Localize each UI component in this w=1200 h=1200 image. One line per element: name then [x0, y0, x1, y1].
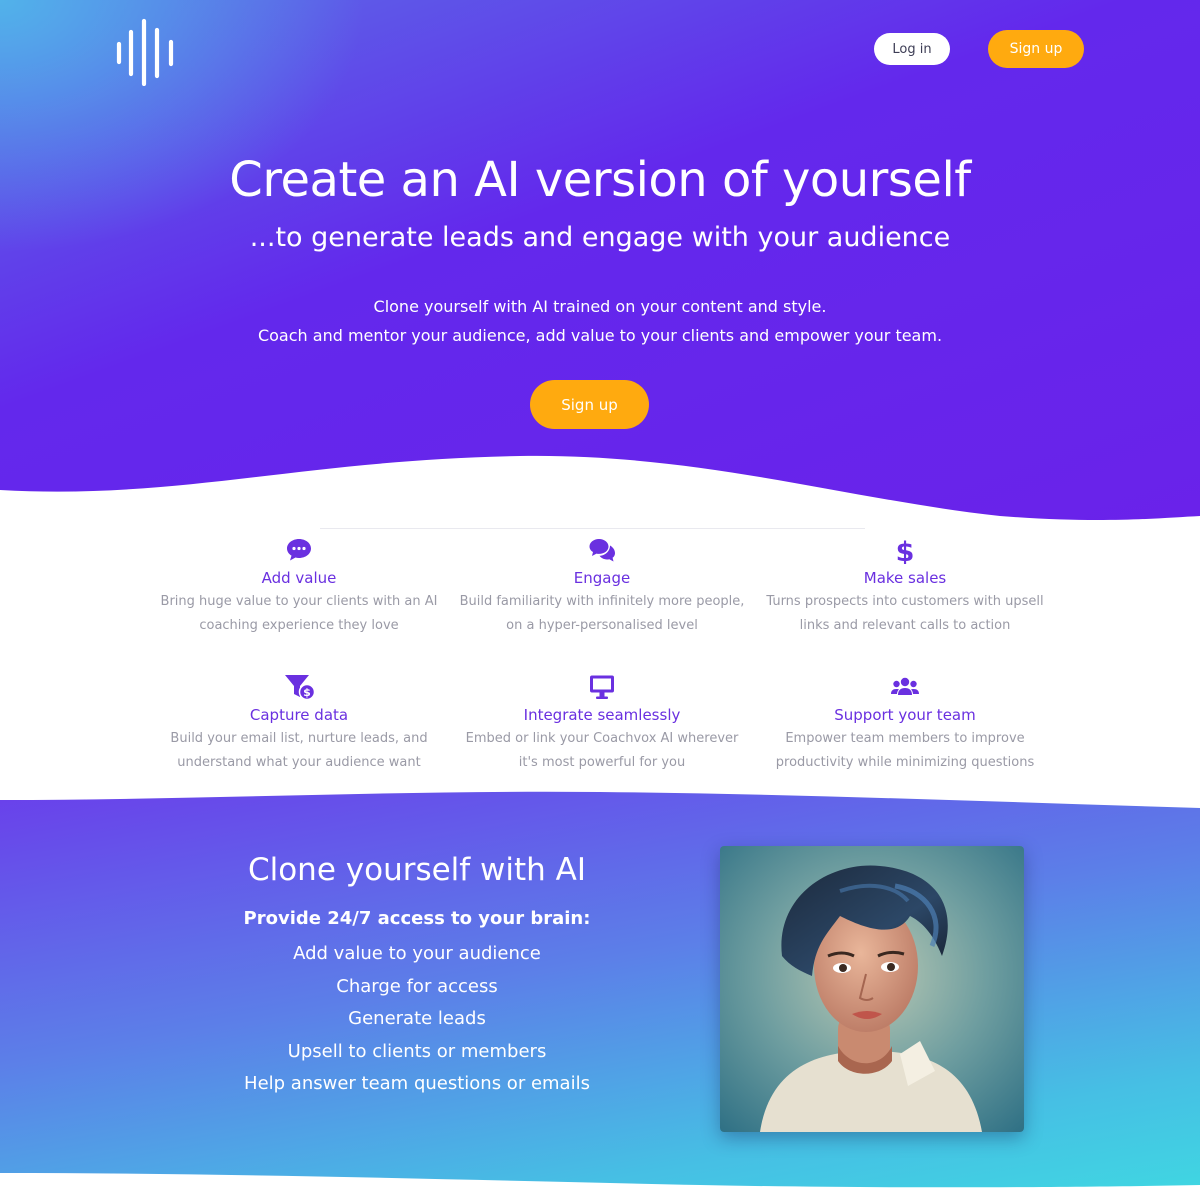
feature-description: Build familiarity with infinitely more p…: [452, 590, 752, 638]
feature-title: Support your team: [834, 706, 976, 724]
hero-title: Create an AI version of yourself: [229, 152, 971, 208]
feature-integrate-seamlessly: Integrate seamlessly Embed or link your …: [452, 673, 752, 775]
clone-title: Clone yourself with AI: [247, 852, 587, 888]
ai-portrait-image: [720, 846, 1024, 1132]
sound-wave-icon[interactable]: [114, 18, 180, 86]
clone-wave-bottom: [0, 1173, 1200, 1200]
feature-description-line: productivity while minimizing questions: [775, 755, 1035, 770]
feature-title: Make sales: [863, 569, 947, 587]
benefits-list: Add value to your audience Charge for ac…: [217, 938, 617, 1101]
feature-support-your-team: Support your team Empower team members t…: [755, 673, 1055, 775]
feature-description-line: it's most powerful for you: [518, 755, 686, 770]
feature-description-line: links and relevant calls to action: [799, 618, 1011, 633]
list-item: Upsell to clients or members: [287, 1040, 547, 1062]
divider: [320, 528, 865, 529]
svg-text:$: $: [303, 686, 311, 699]
list-item: Charge for access: [336, 975, 498, 997]
features-section: Add value Bring huge value to your clien…: [0, 520, 1200, 810]
hero-description: Clone yourself with AI trained on your c…: [0, 292, 1200, 350]
list-item: Help answer team questions or emails: [244, 1073, 590, 1095]
feature-title: Capture data: [249, 706, 349, 724]
feature-description: Empower team members to improve producti…: [755, 727, 1055, 775]
clone-wave-top: [0, 780, 1200, 808]
chat-bubble-icon: [287, 539, 311, 561]
feature-description: Turns prospects into customers with upse…: [755, 590, 1055, 638]
svg-text:$: $: [896, 537, 915, 564]
signup-button-hero[interactable]: Sign up: [530, 380, 649, 429]
hero-subtitle: ...to generate leads and engage with you…: [249, 222, 951, 253]
feature-description-line: understand what your audience want: [177, 755, 421, 770]
users-icon: [891, 677, 919, 695]
feature-title: Integrate seamlessly: [523, 706, 681, 724]
feature-description-line: Build familiarity with infinitely more p…: [459, 594, 745, 609]
feature-title: Engage: [573, 569, 631, 587]
monitor-icon: [590, 675, 614, 699]
list-item: Generate leads: [348, 1008, 486, 1030]
landing-page: Log in Sign up Create an AI version of y…: [0, 0, 1200, 1200]
feature-description: Embed or link your Coachvox AI wherever …: [452, 727, 752, 775]
funnel-dollar-icon: $: [285, 675, 314, 701]
feature-description-line: on a hyper-personalised level: [506, 618, 698, 633]
feature-description-line: Embed or link your Coachvox AI wherever: [465, 731, 739, 746]
hero-description-line: Coach and mentor your audience, add valu…: [257, 326, 943, 345]
feature-description-line: coaching experience they love: [199, 618, 399, 633]
dollar-icon: $: [896, 537, 915, 564]
clone-lead: Provide 24/7 access to your brain:: [243, 908, 591, 929]
feature-engage: Engage Build familiarity with infinitely…: [452, 536, 752, 638]
list-item: Add value to your audience: [293, 943, 541, 964]
feature-description-line: Bring huge value to your clients with an…: [160, 594, 438, 609]
feature-add-value: Add value Bring huge value to your clien…: [149, 536, 449, 638]
feature-make-sales: $ Make sales Turns prospects into custom…: [755, 536, 1055, 638]
feature-description-line: Build your email list, nurture leads, an…: [170, 731, 428, 746]
login-button[interactable]: Log in: [874, 33, 950, 65]
feature-description: Bring huge value to your clients with an…: [149, 590, 449, 638]
feature-description-line: Empower team members to improve: [785, 731, 1025, 746]
comments-icon: [589, 539, 615, 562]
feature-description: Build your email list, nurture leads, an…: [149, 727, 449, 775]
signup-button-header[interactable]: Sign up: [988, 30, 1084, 68]
feature-description-line: Turns prospects into customers with upse…: [766, 594, 1044, 609]
hero-description-line: Clone yourself with AI trained on your c…: [373, 297, 827, 316]
feature-capture-data: $ Capture data Build your email list, nu…: [149, 673, 449, 775]
feature-title: Add value: [261, 569, 337, 587]
